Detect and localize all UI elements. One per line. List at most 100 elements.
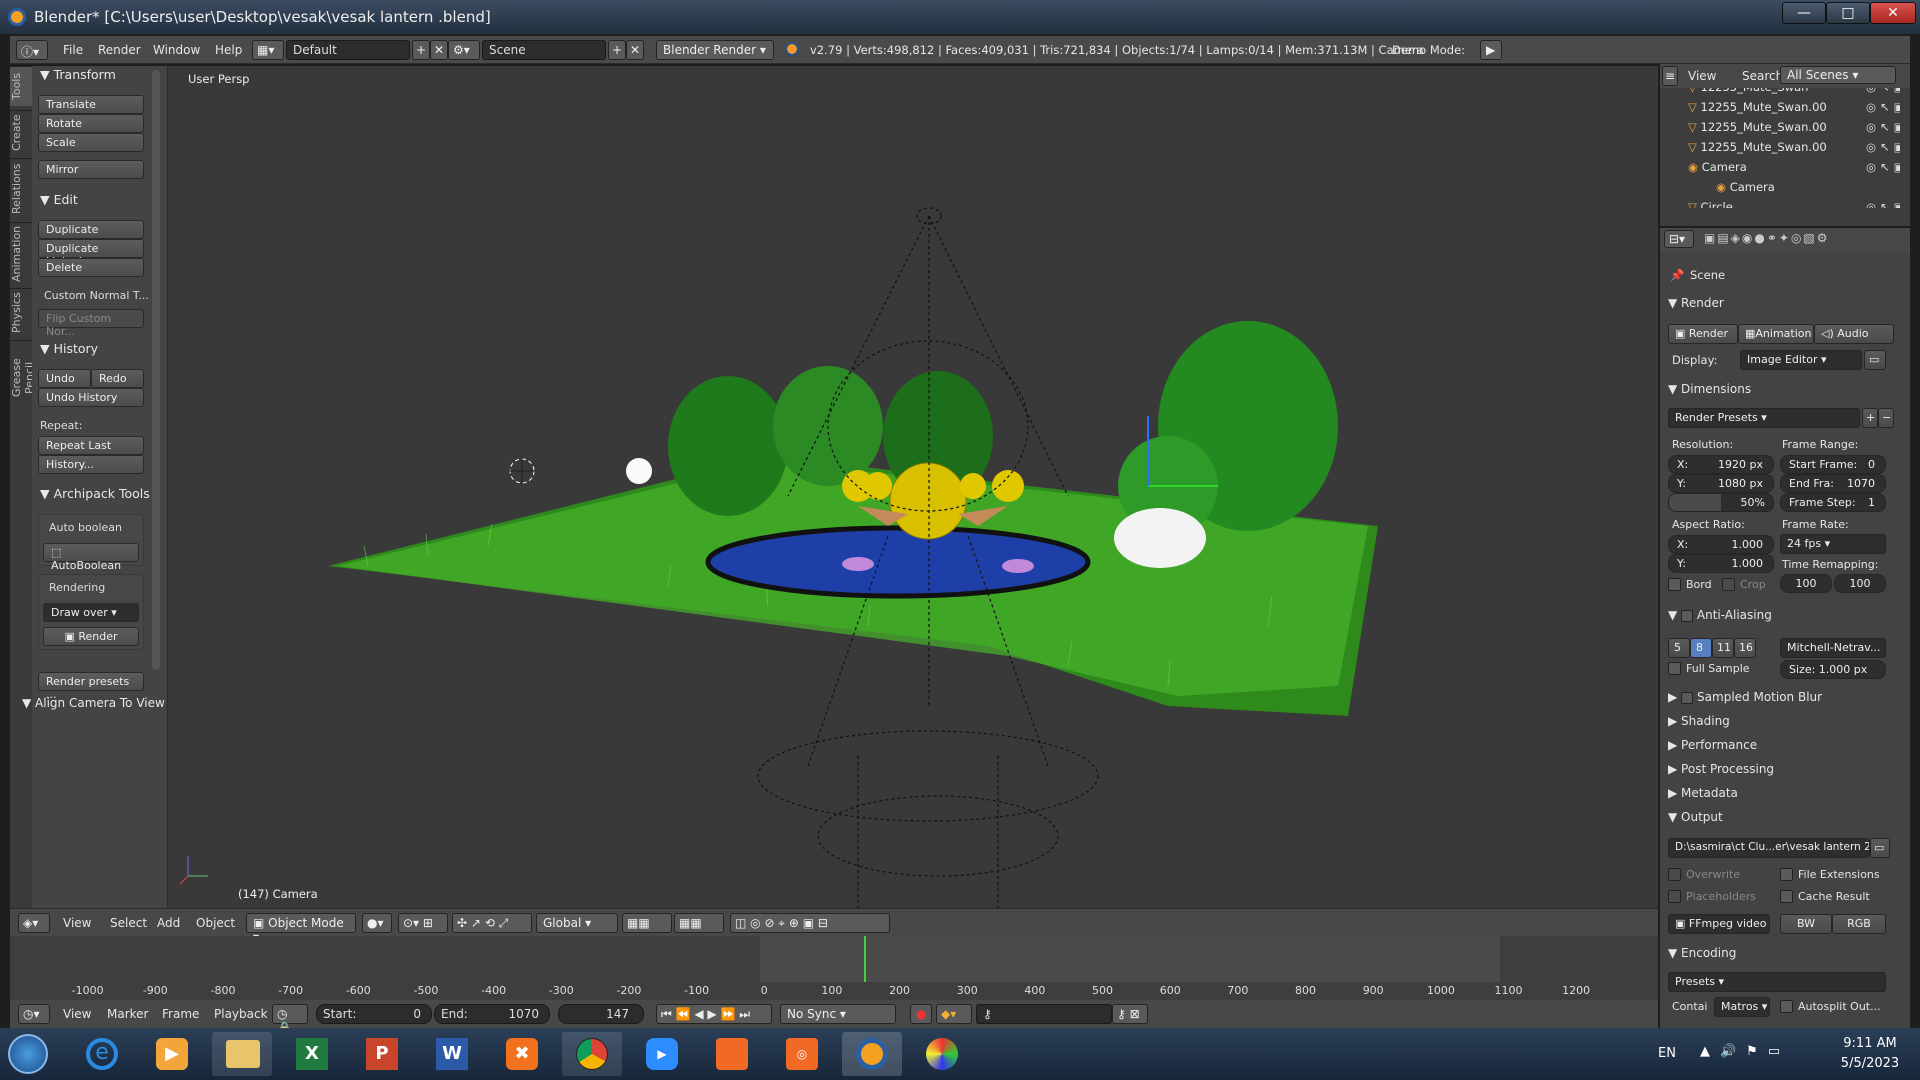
zoom-icon[interactable]: ▶ [632,1032,692,1076]
collapsed-panel-header[interactable]: ▶ Metadata [1668,786,1738,800]
color-rgb-button[interactable]: RGB [1832,914,1886,934]
menu-help[interactable]: Help [215,43,242,57]
menu-render[interactable]: Render [98,43,141,57]
pin-scene-icon[interactable]: 📌 [1670,268,1684,282]
collapsed-panel-header[interactable]: ▶ Sampled Motion Blur [1668,690,1822,704]
editor-type-info-icon[interactable]: ⓘ▾ [16,40,48,60]
start-frame-prop-field[interactable]: Start Frame: 0 [1780,455,1886,474]
motion-blur-checkbox[interactable] [1681,691,1694,704]
outliner-row[interactable]: ◉ Camera [1716,180,1775,194]
file-extensions-checkbox[interactable] [1780,868,1793,881]
repeat-last-button[interactable]: Repeat Last [38,436,144,455]
outliner-search-menu[interactable]: Search [1742,69,1783,83]
editor-type-timeline-icon[interactable]: ◷▾ [18,1004,50,1024]
collapsed-panel-header[interactable]: ▶ Shading [1668,714,1730,728]
collapsed-panel-header[interactable]: ▶ Post Processing [1668,762,1774,776]
orientation-select[interactable]: Global ▾ [536,913,618,933]
render-animation-button[interactable]: ▦Animation [1738,324,1814,344]
display-select[interactable]: Image Editor ▾ [1740,350,1862,370]
dimensions-panel-header[interactable]: ▼ Dimensions [1668,382,1751,396]
rotate-button[interactable]: Rotate [38,114,144,133]
border-checkbox[interactable] [1668,578,1681,591]
end-frame-prop-field[interactable]: End Fra: 1070 [1780,474,1886,493]
tab-tools[interactable]: Tools [10,66,32,106]
outliner-row[interactable]: ▽ 12255_Mute_Swan◎↖▣ [1688,88,1900,94]
menu-frame[interactable]: Frame [162,1007,199,1021]
screenshot-app-icon[interactable]: ◎ [772,1032,832,1076]
encoding-presets-select[interactable]: Presets ▾ [1668,972,1886,992]
auto-boolean-button[interactable]: ⬚ AutoBoolean [43,543,139,572]
render-presets-select[interactable]: Render Presets ▾ [1668,408,1860,428]
menu-add[interactable]: Add [157,916,180,930]
folder-icon[interactable]: ▭ [1870,838,1890,858]
tab-grease-pencil[interactable]: Grease Pencil [10,340,36,414]
undo-history-button[interactable]: Undo History [38,388,144,407]
chrome-icon[interactable] [562,1032,622,1076]
menu-timeline-view[interactable]: View [63,1007,91,1021]
play-icon[interactable]: ▶ [1480,40,1502,60]
internet-explorer-icon[interactable]: e [72,1032,132,1076]
blender-taskbar-icon[interactable] [842,1032,902,1076]
object-mode-select[interactable]: ▣ Object Mode ▾ [246,913,356,944]
maximize-button[interactable]: □ [1826,2,1870,24]
crop-checkbox[interactable] [1722,578,1735,591]
aa-samples-16[interactable]: 16 [1734,638,1756,658]
frame-rate-select[interactable]: 24 fps ▾ [1780,534,1886,554]
menu-playback[interactable]: Playback [214,1007,268,1021]
placeholders-checkbox[interactable] [1668,890,1681,903]
autosplit-checkbox[interactable] [1780,1000,1793,1013]
undo-button[interactable]: Undo [38,369,91,388]
current-frame-field[interactable]: 147 [558,1004,644,1024]
preview-range-icons[interactable]: ◷ 🔒 [272,1004,308,1035]
layout-field[interactable]: Default [286,40,410,60]
mirror-button[interactable]: Mirror [38,160,144,179]
file-format-select[interactable]: ▣ FFmpeg video ▾ [1668,914,1770,934]
tab-animation[interactable]: Animation [10,222,32,284]
editor-type-3d-icon[interactable]: ◈▾ [18,913,50,933]
visibility-icons[interactable]: ◎↖▣ [1866,160,1900,174]
tab-relations[interactable]: Relations [10,158,32,218]
resolution-percentage-slider[interactable]: 50% [1668,493,1774,512]
encoding-panel-header[interactable]: ▼ Encoding [1668,946,1736,960]
remove-scene-icon[interactable]: ✕ [626,40,644,60]
aa-samples-8[interactable]: 8 [1690,638,1712,658]
keying-set-icon[interactable]: ◆▾ [936,1004,972,1024]
translate-button[interactable]: Translate [38,95,144,114]
overwrite-checkbox[interactable] [1668,868,1681,881]
screen-layout-icon[interactable]: ▦▾ [252,40,284,60]
shading-mode-icon[interactable]: ●▾ [362,913,392,933]
3d-viewport[interactable]: User Persp (147) Camera [168,66,1658,908]
visibility-icons[interactable]: ◎↖▣ [1866,140,1900,154]
history-button[interactable]: History... [38,455,144,474]
add-preset-icon[interactable]: + [1862,408,1878,428]
outliner-row[interactable]: ◉ Camera◎↖▣ [1688,160,1900,174]
align-camera-panel-header[interactable]: ▼ Align Camera To View [22,696,165,710]
menu-object[interactable]: Object [196,916,235,930]
color-bw-button[interactable]: BW [1780,914,1832,934]
layers-grid-1-icon[interactable]: ▦▦ [622,913,672,933]
manipulator-icons[interactable]: ✣ ↗ ⟲ ⤢ [452,913,532,933]
editor-type-properties-icon[interactable]: ⊟▾ [1664,230,1694,248]
menu-file[interactable]: File [63,43,83,57]
outliner-view-menu[interactable]: View [1688,69,1716,83]
render-engine-select[interactable]: Blender Render ▾ [656,40,774,60]
orange-app-icon[interactable] [702,1032,762,1076]
end-frame-field[interactable]: End: 1070 [434,1004,550,1024]
remove-layout-icon[interactable]: ✕ [430,40,448,60]
timeline-ruler[interactable]: -1000 -900 -800 -700 -600 -500 -400 -300 -200 -10… [10,982,1658,1000]
aspect-x-field[interactable]: X: 1.000 [1668,535,1774,554]
time-remap-new-field[interactable]: 100 [1834,574,1886,593]
add-layout-icon[interactable]: + [412,40,430,60]
cache-result-checkbox[interactable] [1780,890,1793,903]
aa-samples-11[interactable]: 11 [1712,638,1734,658]
anti-aliasing-checkbox[interactable] [1681,609,1694,622]
media-player-icon[interactable]: ▶ [142,1032,202,1076]
layers-grid-2-icon[interactable]: ▦▦ [674,913,724,933]
render-panel-header[interactable]: ▼ Render [1668,296,1724,310]
editor-type-outliner-icon[interactable]: ≡ [1662,66,1678,86]
keying-set-field[interactable]: ⚷ [976,1004,1112,1024]
resolution-y-field[interactable]: Y: 1080 px [1668,474,1774,493]
custom-normal-button[interactable]: Custom Normal T... [44,289,149,302]
visibility-icons[interactable]: ◎↖▣ [1866,200,1900,208]
language-indicator[interactable]: EN [1658,1046,1676,1061]
